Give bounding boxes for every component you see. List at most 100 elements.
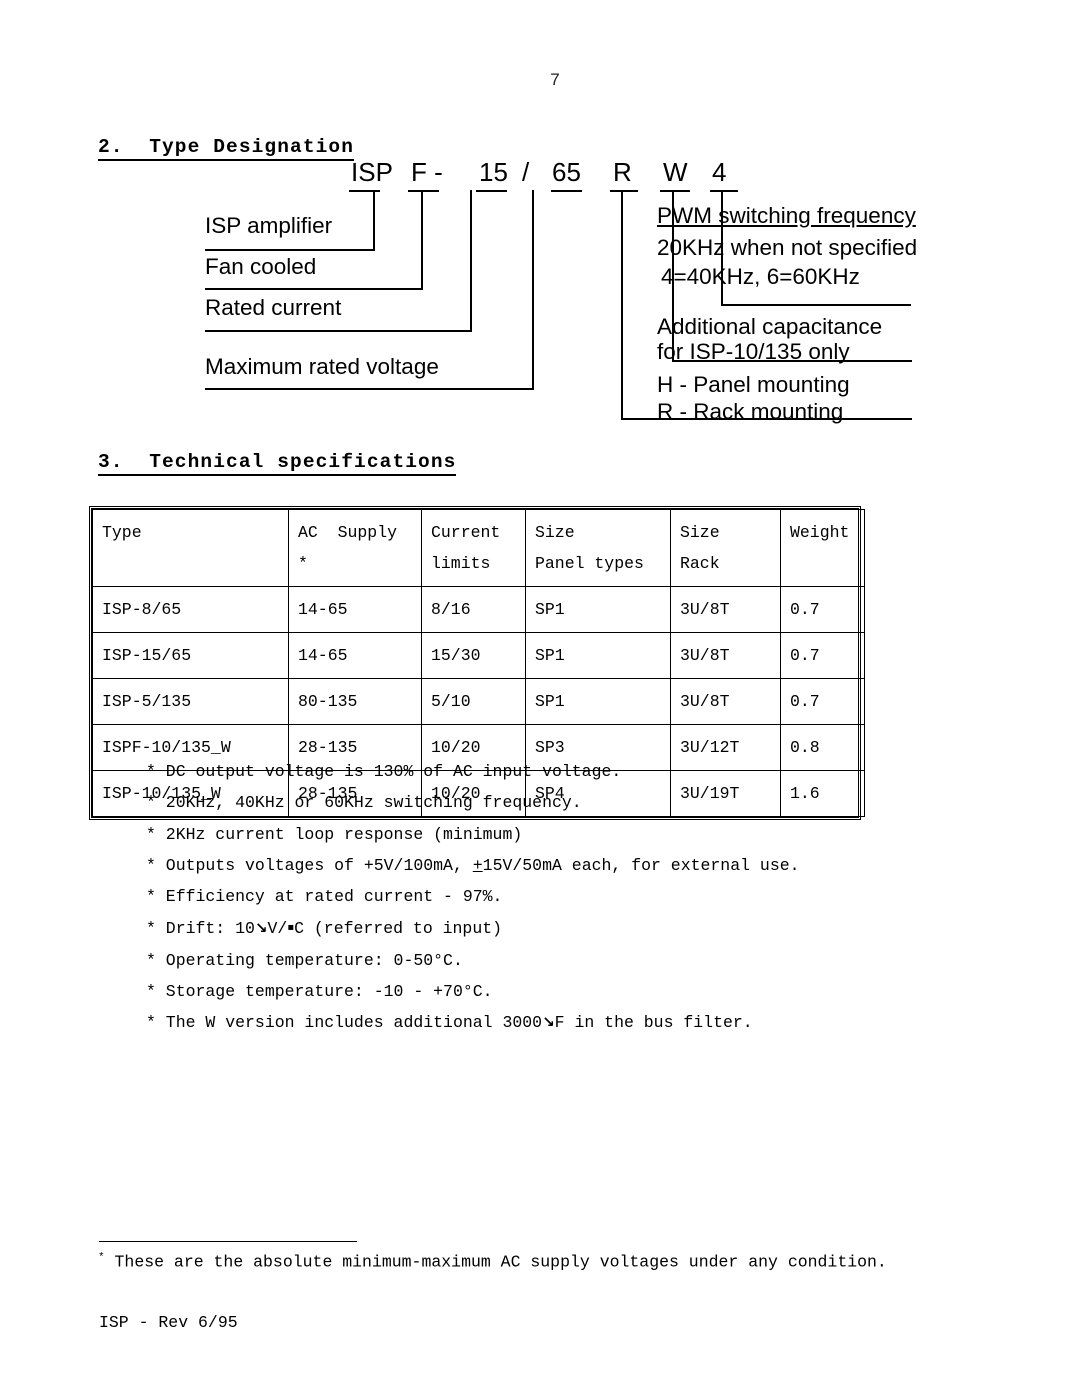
note-drift-mid: V/ xyxy=(267,919,288,939)
document-revision: ISP - Rev 6/95 xyxy=(99,1313,238,1332)
diagram-label-pwm-title: PWM switching frequency xyxy=(657,203,916,228)
table-header-cell: Type xyxy=(92,509,289,587)
table-header-line2: limits xyxy=(431,554,491,573)
tick-voltage xyxy=(551,190,582,192)
tick-frequency xyxy=(710,190,738,192)
code-part-rated-current: 15 xyxy=(479,157,508,187)
table-cell: 80-135 xyxy=(288,678,422,725)
type-designation-diagram: ISP F - 15 / 65 R W 4 ISP amplifier Fan … xyxy=(0,0,1080,440)
code-part-frequency: 4 xyxy=(712,157,727,187)
note-item: * 2KHz current loop response (minimum) xyxy=(146,824,523,844)
table-row: ISP-8/65 14-65 8/16 SP1 3U/8T 0.7 xyxy=(92,586,865,633)
leader-vline-f xyxy=(421,190,423,288)
leader-vline-mounting xyxy=(621,190,623,419)
diagram-label-rated-current: Rated current xyxy=(205,295,342,320)
underline-fan-cooled xyxy=(205,288,423,290)
note-item-drift: * Drift: 10↘V/▪C (referred to input) xyxy=(146,912,1006,944)
note-item-w-version: * The W version includes additional 3000… xyxy=(146,1007,1006,1038)
section-heading-technical-specifications: 3. Technical specifications xyxy=(98,451,457,476)
note-item: * 20KHz, 40KHz or 60KHz switching freque… xyxy=(146,793,582,813)
table-cell: 3U/8T xyxy=(670,586,781,633)
note-item: * Efficiency at rated current - 97%. xyxy=(146,887,503,907)
note-w-prefix: * The W version includes additional 3000 xyxy=(146,1013,543,1033)
table-cell: 0.7 xyxy=(780,632,865,679)
code-part-mounting: R xyxy=(613,157,632,187)
note-item: * Operating temperature: 0-50°C. xyxy=(146,950,463,970)
table-header-line1: Size xyxy=(535,523,575,542)
code-part-voltage: 65 xyxy=(552,157,581,187)
note-drift-prefix: * Drift: 10 xyxy=(146,919,255,939)
code-part-capacitance: W xyxy=(663,157,688,187)
micro-glyph-icon: ↘ xyxy=(254,919,268,938)
underline-isp-amplifier xyxy=(205,249,375,251)
tick-isp xyxy=(349,190,380,192)
table-cell: 8/16 xyxy=(421,586,526,633)
note-outputs-plusminus: + xyxy=(472,855,483,875)
code-part-slash: / xyxy=(522,157,530,187)
table-header-line1: Type xyxy=(102,523,142,542)
table-cell: 14-65 xyxy=(288,632,422,679)
table-cell: 3U/8T xyxy=(670,678,781,725)
table-cell: ISP-15/65 xyxy=(92,632,289,679)
table-cell: 0.7 xyxy=(780,678,865,725)
underline-pwm-block xyxy=(721,304,911,306)
table-header-line1: Current xyxy=(431,523,501,542)
table-cell: SP1 xyxy=(525,678,671,725)
table-header-cell: Size Panel types xyxy=(525,509,671,587)
table-header-cell: AC Supply * xyxy=(288,509,422,587)
table-header-cell: Current limits xyxy=(421,509,526,587)
diagram-label-pwm-line1: 20KHz when not specified xyxy=(657,235,918,260)
footnote-separator-rule xyxy=(99,1241,357,1242)
footnote-marker: * xyxy=(98,1252,105,1264)
diagram-label-pwm-line2: 4=40KHz, 6=60KHz xyxy=(661,264,860,289)
document-page: 7 2. Type Designation ISP F - 15 / 65 R … xyxy=(0,0,1080,1397)
table-header-line1: Weight xyxy=(790,523,850,542)
micro-glyph-icon: ↘ xyxy=(542,1013,555,1032)
specifications-notes-list: * DC output voltage is 130% of AC input … xyxy=(146,756,1006,1039)
table-cell: ISP-5/135 xyxy=(92,678,289,725)
tick-f xyxy=(408,190,439,192)
footnote: * These are the absolute minimum-maximum… xyxy=(98,1252,887,1272)
table-cell: ISP-8/65 xyxy=(92,586,289,633)
table-cell: 15/30 xyxy=(421,632,526,679)
diagram-label-mounting-line2: R - Rack mounting xyxy=(657,399,844,424)
table-header-line2: * xyxy=(298,554,308,573)
diagram-label-fan-cooled: Fan cooled xyxy=(205,254,317,279)
note-w-suffix: F in the bus filter. xyxy=(554,1013,753,1033)
diagram-label-capacitance-line1: Additional capacitance xyxy=(657,314,883,339)
table-row: ISP-15/65 14-65 15/30 SP1 3U/8T 0.7 xyxy=(92,632,865,679)
table-header-line1: AC Supply xyxy=(298,523,398,542)
table-cell: 5/10 xyxy=(421,678,526,725)
table-cell: 3U/8T xyxy=(670,632,781,679)
underline-maximum-rated-voltage xyxy=(205,388,534,390)
code-part-f: F - xyxy=(411,157,443,187)
underline-capacitance-block xyxy=(672,360,912,362)
tick-capacitance xyxy=(660,190,690,192)
table-cell: SP1 xyxy=(525,586,671,633)
diagram-label-mounting-line1: H - Panel mounting xyxy=(657,372,850,397)
diagram-label-isp-amplifier: ISP amplifier xyxy=(205,213,333,238)
tick-current xyxy=(476,190,507,192)
note-item-outputs: * Outputs voltages of +5V/100mA, +15V/50… xyxy=(146,850,1006,881)
table-header-line2: Panel types xyxy=(535,554,644,573)
tick-mounting xyxy=(610,190,638,192)
table-cell: SP1 xyxy=(525,632,671,679)
table-cell: 0.7 xyxy=(780,586,865,633)
note-outputs-prefix: * Outputs voltages of +5V/100mA, xyxy=(146,855,473,875)
note-item: * Storage temperature: -10 - +70°C. xyxy=(146,982,493,1002)
note-drift-suffix: C (referred to input) xyxy=(294,919,503,939)
table-cell: 14-65 xyxy=(288,586,422,633)
leader-vline-voltage xyxy=(532,190,534,388)
note-item: * DC output voltage is 130% of AC input … xyxy=(146,762,622,781)
leader-vline-current xyxy=(470,190,472,330)
leader-vline-isp xyxy=(373,190,375,249)
underline-mounting-block xyxy=(621,418,912,420)
diagram-label-maximum-rated-voltage: Maximum rated voltage xyxy=(205,354,439,379)
note-outputs-suffix: 15V/50mA each, for external use. xyxy=(482,855,800,875)
table-header-cell: Weight xyxy=(780,509,865,587)
table-header-line2: Rack xyxy=(680,554,720,573)
table-row: ISP-5/135 80-135 5/10 SP1 3U/8T 0.7 xyxy=(92,678,865,725)
code-part-isp: ISP xyxy=(351,157,393,187)
underline-rated-current xyxy=(205,330,472,332)
table-header-line1: Size xyxy=(680,523,720,542)
